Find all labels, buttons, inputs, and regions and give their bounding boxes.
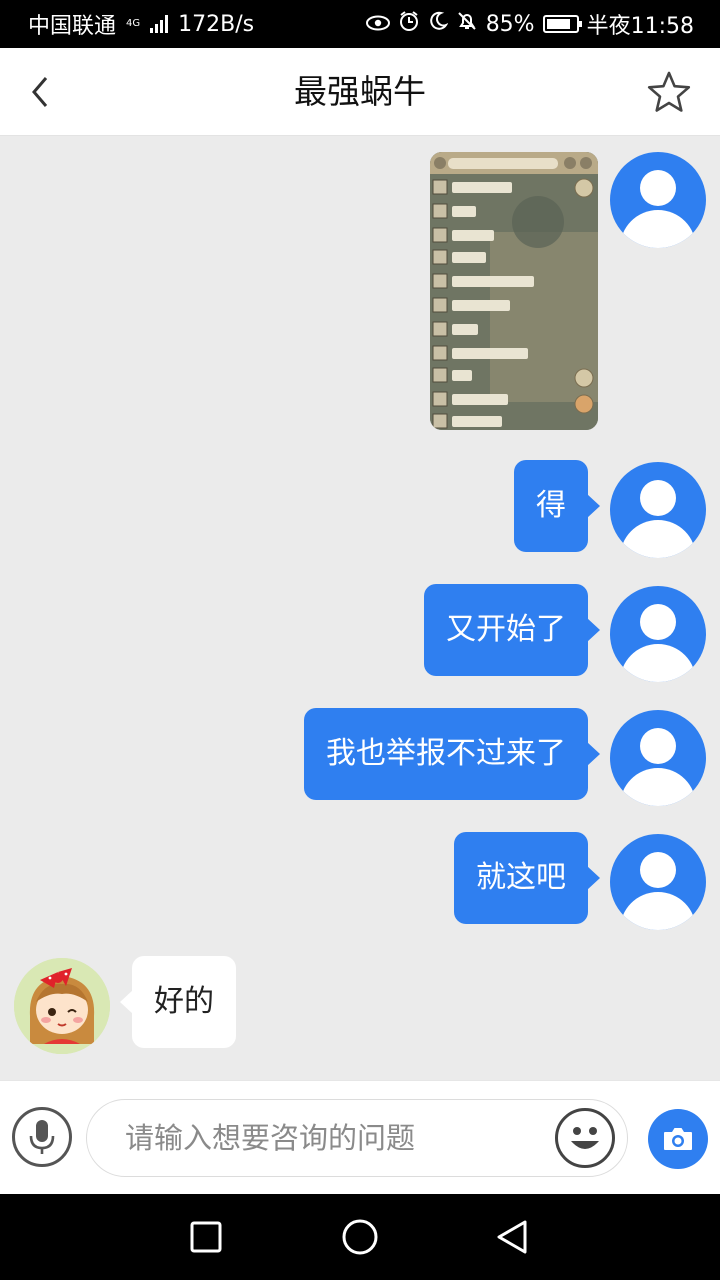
square-icon — [190, 1221, 222, 1253]
message-bubble-in[interactable]: 好的 — [120, 956, 236, 1048]
chevron-left-icon — [32, 77, 48, 107]
message-input[interactable] — [125, 1100, 545, 1176]
page-title: 最强蜗牛 — [294, 72, 426, 111]
avatar-head — [640, 604, 676, 640]
avatar[interactable] — [610, 586, 706, 682]
battery-percent: 85% — [485, 11, 535, 37]
message-bubble-out[interactable]: 又开始了 — [424, 584, 600, 676]
recent-apps-button[interactable] — [184, 1215, 228, 1259]
network-speed: 172B/s — [178, 11, 255, 37]
message-input-box[interactable] — [86, 1099, 628, 1177]
message-bubble-out[interactable]: 就这吧 — [454, 832, 600, 924]
battery-icon — [542, 15, 582, 33]
image-message[interactable] — [430, 152, 598, 430]
signal-icon — [150, 15, 169, 33]
status-right: 85% 半夜11:58 — [365, 8, 694, 40]
avatar-head — [640, 480, 676, 516]
chat-header: 最强蜗牛 — [0, 48, 720, 136]
agent-avatar[interactable] — [14, 958, 110, 1054]
message-list[interactable]: 得 又开始了 我也举报不过来了 就这吧 好的 — [0, 136, 720, 1080]
cartoon-girl-icon — [14, 958, 110, 1054]
clock: 半夜11:58 — [586, 14, 694, 39]
avatar-head — [640, 170, 676, 206]
system-nav-bar — [0, 1194, 720, 1280]
carrier-name: 中国联通 — [28, 14, 117, 39]
avatar-body — [620, 210, 696, 248]
camera-button[interactable] — [648, 1109, 708, 1169]
back-nav-button[interactable] — [490, 1215, 534, 1259]
message-bubble-out[interactable]: 我也举报不过来了 — [304, 708, 600, 800]
network-type: 4G — [126, 18, 141, 29]
moon-icon — [428, 11, 449, 37]
back-button[interactable] — [20, 70, 60, 114]
triangle-back-icon — [497, 1220, 527, 1254]
alarm-icon — [398, 10, 420, 38]
emoji-button[interactable] — [555, 1108, 615, 1168]
camera-icon — [664, 1128, 692, 1150]
screenshot-thumbnail — [430, 152, 598, 430]
avatar-body — [620, 768, 696, 806]
battery-fill — [546, 19, 571, 29]
eye-icon — [365, 12, 390, 37]
bell-off-icon — [456, 10, 478, 38]
star-outline-icon — [647, 71, 691, 112]
input-bar — [0, 1080, 720, 1194]
voice-button[interactable] — [12, 1107, 72, 1167]
avatar-body — [620, 892, 696, 930]
favorite-button[interactable] — [646, 70, 692, 114]
circle-icon — [342, 1219, 378, 1255]
avatar[interactable] — [610, 152, 706, 248]
status-left: 中国联通 4G 172B/s — [28, 8, 254, 40]
avatar-head — [640, 728, 676, 764]
message-bubble-out[interactable]: 得 — [514, 460, 600, 552]
status-bar: 中国联通 4G 172B/s 85% 半夜11:58 — [0, 0, 720, 48]
avatar-head — [640, 852, 676, 888]
avatar[interactable] — [610, 710, 706, 806]
avatar[interactable] — [610, 834, 706, 930]
avatar[interactable] — [610, 462, 706, 558]
smiley-icon — [571, 1127, 599, 1149]
microphone-icon — [29, 1120, 55, 1154]
avatar-body — [620, 520, 696, 558]
home-button[interactable] — [338, 1215, 382, 1259]
avatar-body — [620, 644, 696, 682]
